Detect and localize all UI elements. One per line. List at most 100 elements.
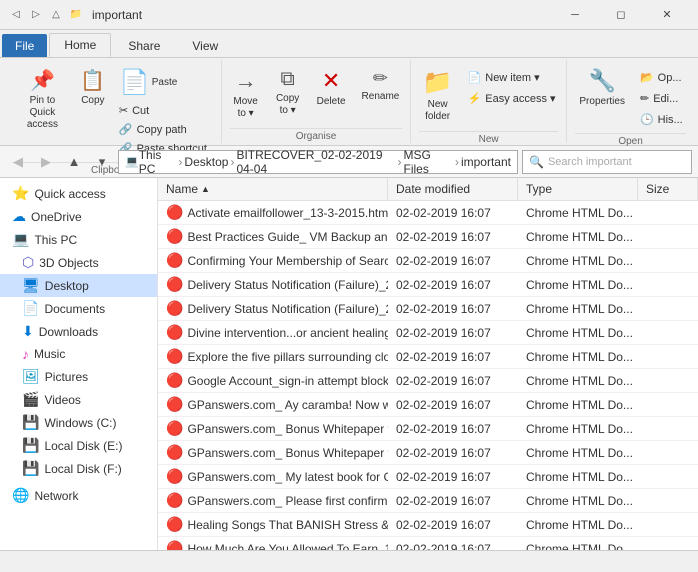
new-item-button[interactable]: 📄 New item ▾ (462, 68, 562, 87)
close-button[interactable]: ✕ (644, 0, 690, 30)
sidebar-item-documents[interactable]: 📄 Documents (0, 297, 157, 320)
sidebar-item-downloads[interactable]: ⬇ Downloads (0, 320, 157, 343)
forward-button[interactable]: ▶ (34, 150, 58, 174)
cut-button[interactable]: ✂ Cut (113, 101, 155, 120)
table-row[interactable]: 🔴 Healing Songs That BANISH Stress & Red… (158, 513, 698, 537)
status-bar (0, 550, 698, 572)
table-row[interactable]: 🔴 GPanswers.com_ Ay caramba! Now we h...… (158, 393, 698, 417)
new-buttons: 📁 Newfolder 📄 New item ▾ ⚡ Easy access ▾ (416, 60, 562, 131)
ribbon-group-open: 🔧 Properties 📂 Op... ✏ Edi... 🕒 His... O… (567, 60, 694, 143)
file-name-cell: 🔴 Confirming Your Membership of Search..… (158, 249, 388, 272)
paste-button[interactable]: 📄 Paste (113, 64, 184, 101)
downloads-icon: ⬇ (22, 323, 34, 340)
table-row[interactable]: 🔴 Delivery Status Notification (Failure)… (158, 273, 698, 297)
properties-icon: 🔧 (588, 68, 615, 94)
recent-button[interactable]: ▾ (90, 150, 114, 174)
file-date-cell: 02-02-2019 16:07 (388, 441, 518, 464)
restore-button[interactable]: ◻ (598, 0, 644, 30)
table-row[interactable]: 🔴 Google Account_sign-in attempt blocke.… (158, 369, 698, 393)
file-size-cell (638, 417, 698, 440)
file-date-cell: 02-02-2019 16:07 (388, 201, 518, 224)
sidebar-item-music[interactable]: ♪ Music (0, 343, 157, 365)
table-row[interactable]: 🔴 GPanswers.com_ My latest book for GP a… (158, 465, 698, 489)
sidebar-item-desktop[interactable]: 🖥 Desktop (0, 274, 157, 297)
new-folder-button[interactable]: 📁 Newfolder (416, 64, 460, 127)
move-to-button[interactable]: → Moveto ▾ (226, 64, 266, 124)
search-placeholder: Search important (548, 156, 632, 168)
address-path[interactable]: 💻 This PC › Desktop › BITRECOVER_02-02-2… (118, 150, 518, 174)
file-date-cell: 02-02-2019 16:07 (388, 417, 518, 440)
table-row[interactable]: 🔴 Explore the five pillars surrounding c… (158, 345, 698, 369)
title-bar-icons: ◁ ▷ △ 📁 (8, 7, 84, 23)
tab-share[interactable]: Share (113, 34, 175, 57)
delete-button[interactable]: ✕ Delete (310, 64, 353, 112)
history-button[interactable]: 🕒 His... (634, 110, 689, 129)
edit-button[interactable]: ✏ Edi... (634, 89, 689, 108)
open-buttons: 🔧 Properties 📂 Op... ✏ Edi... 🕒 His... (572, 60, 688, 133)
file-icon: 🔴 (166, 276, 183, 293)
pin-quick-access-button[interactable]: 📌 Pin to Quickaccess (12, 64, 73, 135)
sidebar-item-onedrive[interactable]: ☁ OneDrive (0, 205, 157, 228)
col-date[interactable]: Date modified (388, 178, 518, 200)
window-controls: ─ ◻ ✕ (552, 0, 690, 30)
table-row[interactable]: 🔴 GPanswers.com_ Bonus Whitepaper for S.… (158, 417, 698, 441)
pin-label: Pin to Quickaccess (19, 95, 66, 131)
properties-button[interactable]: 🔧 Properties (572, 64, 632, 112)
table-row[interactable]: 🔴 Delivery Status Notification (Failure)… (158, 297, 698, 321)
desktop-icon: 🖥 (22, 277, 40, 294)
downloads-label: Downloads (39, 325, 98, 339)
copy-to-button[interactable]: ⧉ Copyto ▾ (268, 64, 308, 121)
file-type-cell: Chrome HTML Do... (518, 513, 638, 536)
new-folder-icon: 📁 (423, 68, 453, 97)
table-row[interactable]: 🔴 Activate emailfollower_13-3-2015.html … (158, 201, 698, 225)
edit-icon: ✏ (640, 92, 649, 105)
table-row[interactable]: 🔴 Divine intervention...or ancient heali… (158, 321, 698, 345)
file-size-cell (638, 321, 698, 344)
search-box[interactable]: 🔍 Search important (522, 150, 692, 174)
sidebar-item-3d-objects[interactable]: ⬡ 3D Objects (0, 251, 157, 274)
table-row[interactable]: 🔴 Confirming Your Membership of Search..… (158, 249, 698, 273)
file-icon: 🔴 (166, 300, 183, 317)
history-icon: 🕒 (640, 113, 654, 126)
tab-home[interactable]: Home (49, 33, 111, 57)
table-row[interactable]: 🔴 How Much Are You Allowed To Earn_10...… (158, 537, 698, 550)
file-name: Confirming Your Membership of Search... (187, 254, 388, 268)
open-label: Op... (658, 72, 682, 84)
col-size[interactable]: Size (638, 178, 698, 200)
up-button[interactable]: ▲ (62, 150, 86, 174)
copy-path-button[interactable]: 🔗 Copy path (113, 120, 193, 139)
col-name[interactable]: Name ▲ (158, 178, 388, 200)
minimize-button[interactable]: ─ (552, 0, 598, 30)
local-e-label: Local Disk (E:) (44, 439, 122, 453)
sidebar-item-videos[interactable]: 🎬 Videos (0, 388, 157, 411)
rename-button[interactable]: ✏ Rename (355, 64, 407, 107)
back-button[interactable]: ◀ (6, 150, 30, 174)
sidebar-item-network[interactable]: 🌐 Network (0, 484, 157, 507)
sidebar-item-local-f[interactable]: 💾 Local Disk (F:) (0, 457, 157, 480)
sidebar-item-quick-access[interactable]: ⭐ Quick access (0, 182, 157, 205)
file-icon: 🔴 (166, 372, 183, 389)
sidebar-item-this-pc[interactable]: 💻 This PC (0, 228, 157, 251)
col-type[interactable]: Type (518, 178, 638, 200)
sidebar-item-local-e[interactable]: 💾 Local Disk (E:) (0, 434, 157, 457)
file-size-cell (638, 369, 698, 392)
table-row[interactable]: 🔴 Best Practices Guide_ VM Backup and Re… (158, 225, 698, 249)
file-name: Delivery Status Notification (Failure)_2… (187, 302, 388, 316)
file-date-cell: 02-02-2019 16:07 (388, 465, 518, 488)
open-button[interactable]: 📂 Op... (634, 68, 689, 87)
file-icon: 🔴 (166, 540, 183, 550)
sidebar-item-pictures[interactable]: 🖼 Pictures (0, 365, 157, 388)
sidebar-item-windows-c[interactable]: 💾 Windows (C:) (0, 411, 157, 434)
file-name: Activate emailfollower_13-3-2015.html (187, 206, 388, 220)
copy-button[interactable]: 📋 Copy (75, 64, 111, 111)
file-name-cell: 🔴 How Much Are You Allowed To Earn_10... (158, 537, 388, 550)
easy-access-button[interactable]: ⚡ Easy access ▾ (462, 89, 562, 108)
3d-objects-label: 3D Objects (39, 256, 98, 270)
tab-file[interactable]: File (2, 34, 47, 57)
table-row[interactable]: 🔴 GPanswers.com_ Please first confirm yo… (158, 489, 698, 513)
desktop-label: Desktop (45, 279, 89, 293)
table-row[interactable]: 🔴 GPanswers.com_ Bonus Whitepaper for S.… (158, 441, 698, 465)
file-size-cell (638, 273, 698, 296)
tab-view[interactable]: View (177, 34, 233, 57)
file-name-cell: 🔴 Activate emailfollower_13-3-2015.html (158, 201, 388, 224)
